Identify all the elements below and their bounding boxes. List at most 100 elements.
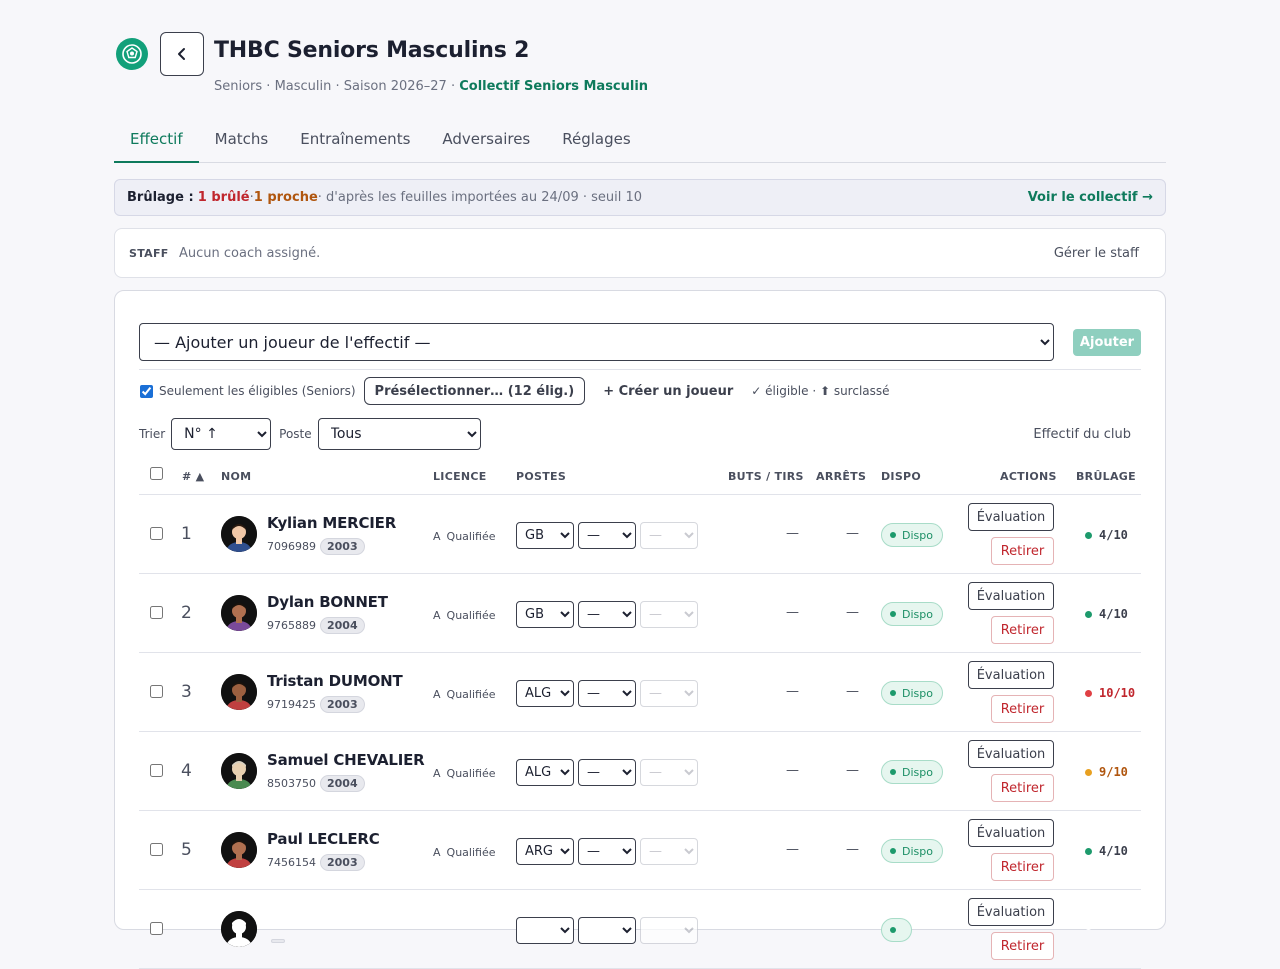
evaluation-button[interactable]: Évaluation — [968, 661, 1054, 689]
remove-button[interactable]: Retirer — [991, 616, 1054, 644]
dispo-badge[interactable]: Dispo — [881, 839, 943, 863]
player-name[interactable]: Kylian MERCIER — [267, 514, 396, 532]
evaluation-button[interactable]: Évaluation — [968, 503, 1054, 531]
row-checkbox[interactable] — [150, 922, 163, 935]
position-3-select[interactable]: — — [640, 601, 698, 628]
header-burn: BRÛLAGE — [1076, 470, 1136, 483]
remove-button[interactable]: Retirer — [991, 932, 1054, 960]
burn-value: 4/10 — [1099, 528, 1128, 542]
view-collectif-link[interactable]: Voir le collectif → — [1028, 190, 1153, 205]
brulage-close-count: 1 proche — [253, 190, 318, 205]
dispo-dot-icon — [890, 769, 896, 775]
licence-qualification: Qualifiée — [446, 688, 496, 701]
row-checkbox[interactable] — [150, 685, 163, 698]
dispo-label: Dispo — [902, 607, 933, 621]
table-row: 1 Kylian MERCIER 7096989 2003 A Qualifiée GB — —… — [139, 495, 1141, 574]
position-3-select[interactable]: — — [640, 522, 698, 549]
header-num[interactable]: # ▲ — [182, 470, 204, 483]
club-roster-link[interactable]: Effectif du club — [1033, 427, 1131, 442]
back-button[interactable] — [160, 32, 204, 76]
saves: — — [846, 605, 859, 620]
eligible-only-checkbox[interactable] — [140, 384, 153, 398]
position-2-select[interactable]: — — [578, 522, 636, 549]
dispo-badge[interactable] — [881, 918, 912, 942]
table-header: # ▲ NOM LICENCE POSTES BUTS / TIRS ARRÊT… — [139, 461, 1141, 495]
position-3-select[interactable]: — — [640, 838, 698, 865]
evaluation-button[interactable]: Évaluation — [968, 898, 1054, 926]
position-1-select[interactable]: ALG — [516, 680, 574, 707]
position-2-select[interactable]: — — [578, 759, 636, 786]
tab-reglages[interactable]: Réglages — [546, 124, 646, 162]
row-checkbox[interactable] — [150, 764, 163, 777]
tab-effectif[interactable]: Effectif — [114, 124, 199, 163]
birth-year-badge: 2004 — [320, 775, 365, 792]
goals-shots: — — [786, 684, 799, 699]
position-3-select[interactable]: — — [640, 759, 698, 786]
position-1-select[interactable]: GB — [516, 601, 574, 628]
select-all-checkbox[interactable] — [150, 467, 163, 480]
subtitle-meta: Seniors · Masculin · Saison 2026–27 · — [214, 79, 460, 94]
licence-type: A — [433, 530, 441, 543]
position-2-select[interactable]: — — [578, 680, 636, 707]
position-1-select[interactable]: GB — [516, 522, 574, 549]
position-filter-select[interactable]: Tous — [317, 418, 481, 450]
collectif-link[interactable]: Collectif Seniors Masculin — [459, 79, 648, 94]
sort-select[interactable]: N° ↑ — [171, 418, 272, 450]
player-name[interactable]: Dylan BONNET — [267, 593, 388, 611]
row-checkbox[interactable] — [150, 843, 163, 856]
remove-button[interactable]: Retirer — [991, 853, 1054, 881]
header-name[interactable]: NOM — [221, 470, 251, 483]
remove-button[interactable]: Retirer — [991, 537, 1054, 565]
dispo-badge[interactable]: Dispo — [881, 523, 943, 547]
evaluation-button[interactable]: Évaluation — [968, 819, 1054, 847]
remove-button[interactable]: Retirer — [991, 774, 1054, 802]
dispo-badge[interactable]: Dispo — [881, 681, 943, 705]
position-1-select[interactable]: ALG — [516, 759, 574, 786]
position-3-select[interactable]: — — [640, 680, 698, 707]
position-2-select[interactable]: — — [578, 601, 636, 628]
manage-staff-button[interactable]: Gérer le staff — [1054, 246, 1139, 261]
goals-shots: — — [786, 526, 799, 541]
licence-number: 8503750 — [267, 777, 316, 790]
position-2-select[interactable] — [578, 917, 636, 944]
preselect-button[interactable]: Présélectionner… (12 élig.) — [363, 377, 586, 405]
player-name[interactable]: Tristan DUMONT — [267, 672, 403, 690]
goals-shots: — — [786, 605, 799, 620]
dispo-label: Dispo — [902, 686, 933, 700]
burn-value: 10/10 — [1099, 686, 1136, 700]
licence-status: A Qualifiée — [433, 767, 495, 780]
position-1-select[interactable]: ARG — [516, 838, 574, 865]
avatar — [221, 832, 257, 868]
add-player-select[interactable]: — Ajouter un joueur de l'effectif — — [139, 323, 1054, 361]
create-player-link[interactable]: + Créer un joueur — [603, 384, 733, 399]
player-number: 4 — [181, 761, 192, 781]
dispo-badge[interactable]: Dispo — [881, 602, 943, 626]
sort-bar: Trier N° ↑ Poste Tous Effectif du club — [139, 418, 1141, 450]
licence-status: A Qualifiée — [433, 688, 495, 701]
table-row: Évaluation Retirer — [139, 890, 1141, 969]
row-checkbox[interactable] — [150, 527, 163, 540]
saves: — — [846, 684, 859, 699]
tab-entrainements[interactable]: Entraînements — [284, 124, 426, 162]
position-3-select[interactable] — [640, 917, 698, 944]
burn-indicator: 4/10 — [1085, 528, 1128, 542]
player-name[interactable]: Paul LECLERC — [267, 830, 380, 848]
add-player-button[interactable]: Ajouter — [1073, 329, 1141, 356]
page-title: THBC Seniors Masculins 2 — [214, 38, 530, 63]
dispo-dot-icon — [890, 611, 896, 617]
player-name[interactable]: Samuel CHEVALIER — [267, 751, 425, 769]
tab-matchs[interactable]: Matchs — [199, 124, 285, 162]
player-licence-line: 7456154 2003 — [267, 854, 365, 871]
position-1-select[interactable] — [516, 917, 574, 944]
row-checkbox[interactable] — [150, 606, 163, 619]
remove-button[interactable]: Retirer — [991, 695, 1054, 723]
burn-value: 9/10 — [1099, 765, 1128, 779]
position-2-select[interactable]: — — [578, 838, 636, 865]
header-dispo: DISPO — [881, 470, 922, 483]
burn-dot-icon — [1085, 689, 1092, 697]
evaluation-button[interactable]: Évaluation — [968, 740, 1054, 768]
dispo-badge[interactable]: Dispo — [881, 760, 943, 784]
table-row: 4 Samuel CHEVALIER 8503750 2004 A Qualifiée AL… — [139, 732, 1141, 811]
evaluation-button[interactable]: Évaluation — [968, 582, 1054, 610]
tab-adversaires[interactable]: Adversaires — [426, 124, 546, 162]
